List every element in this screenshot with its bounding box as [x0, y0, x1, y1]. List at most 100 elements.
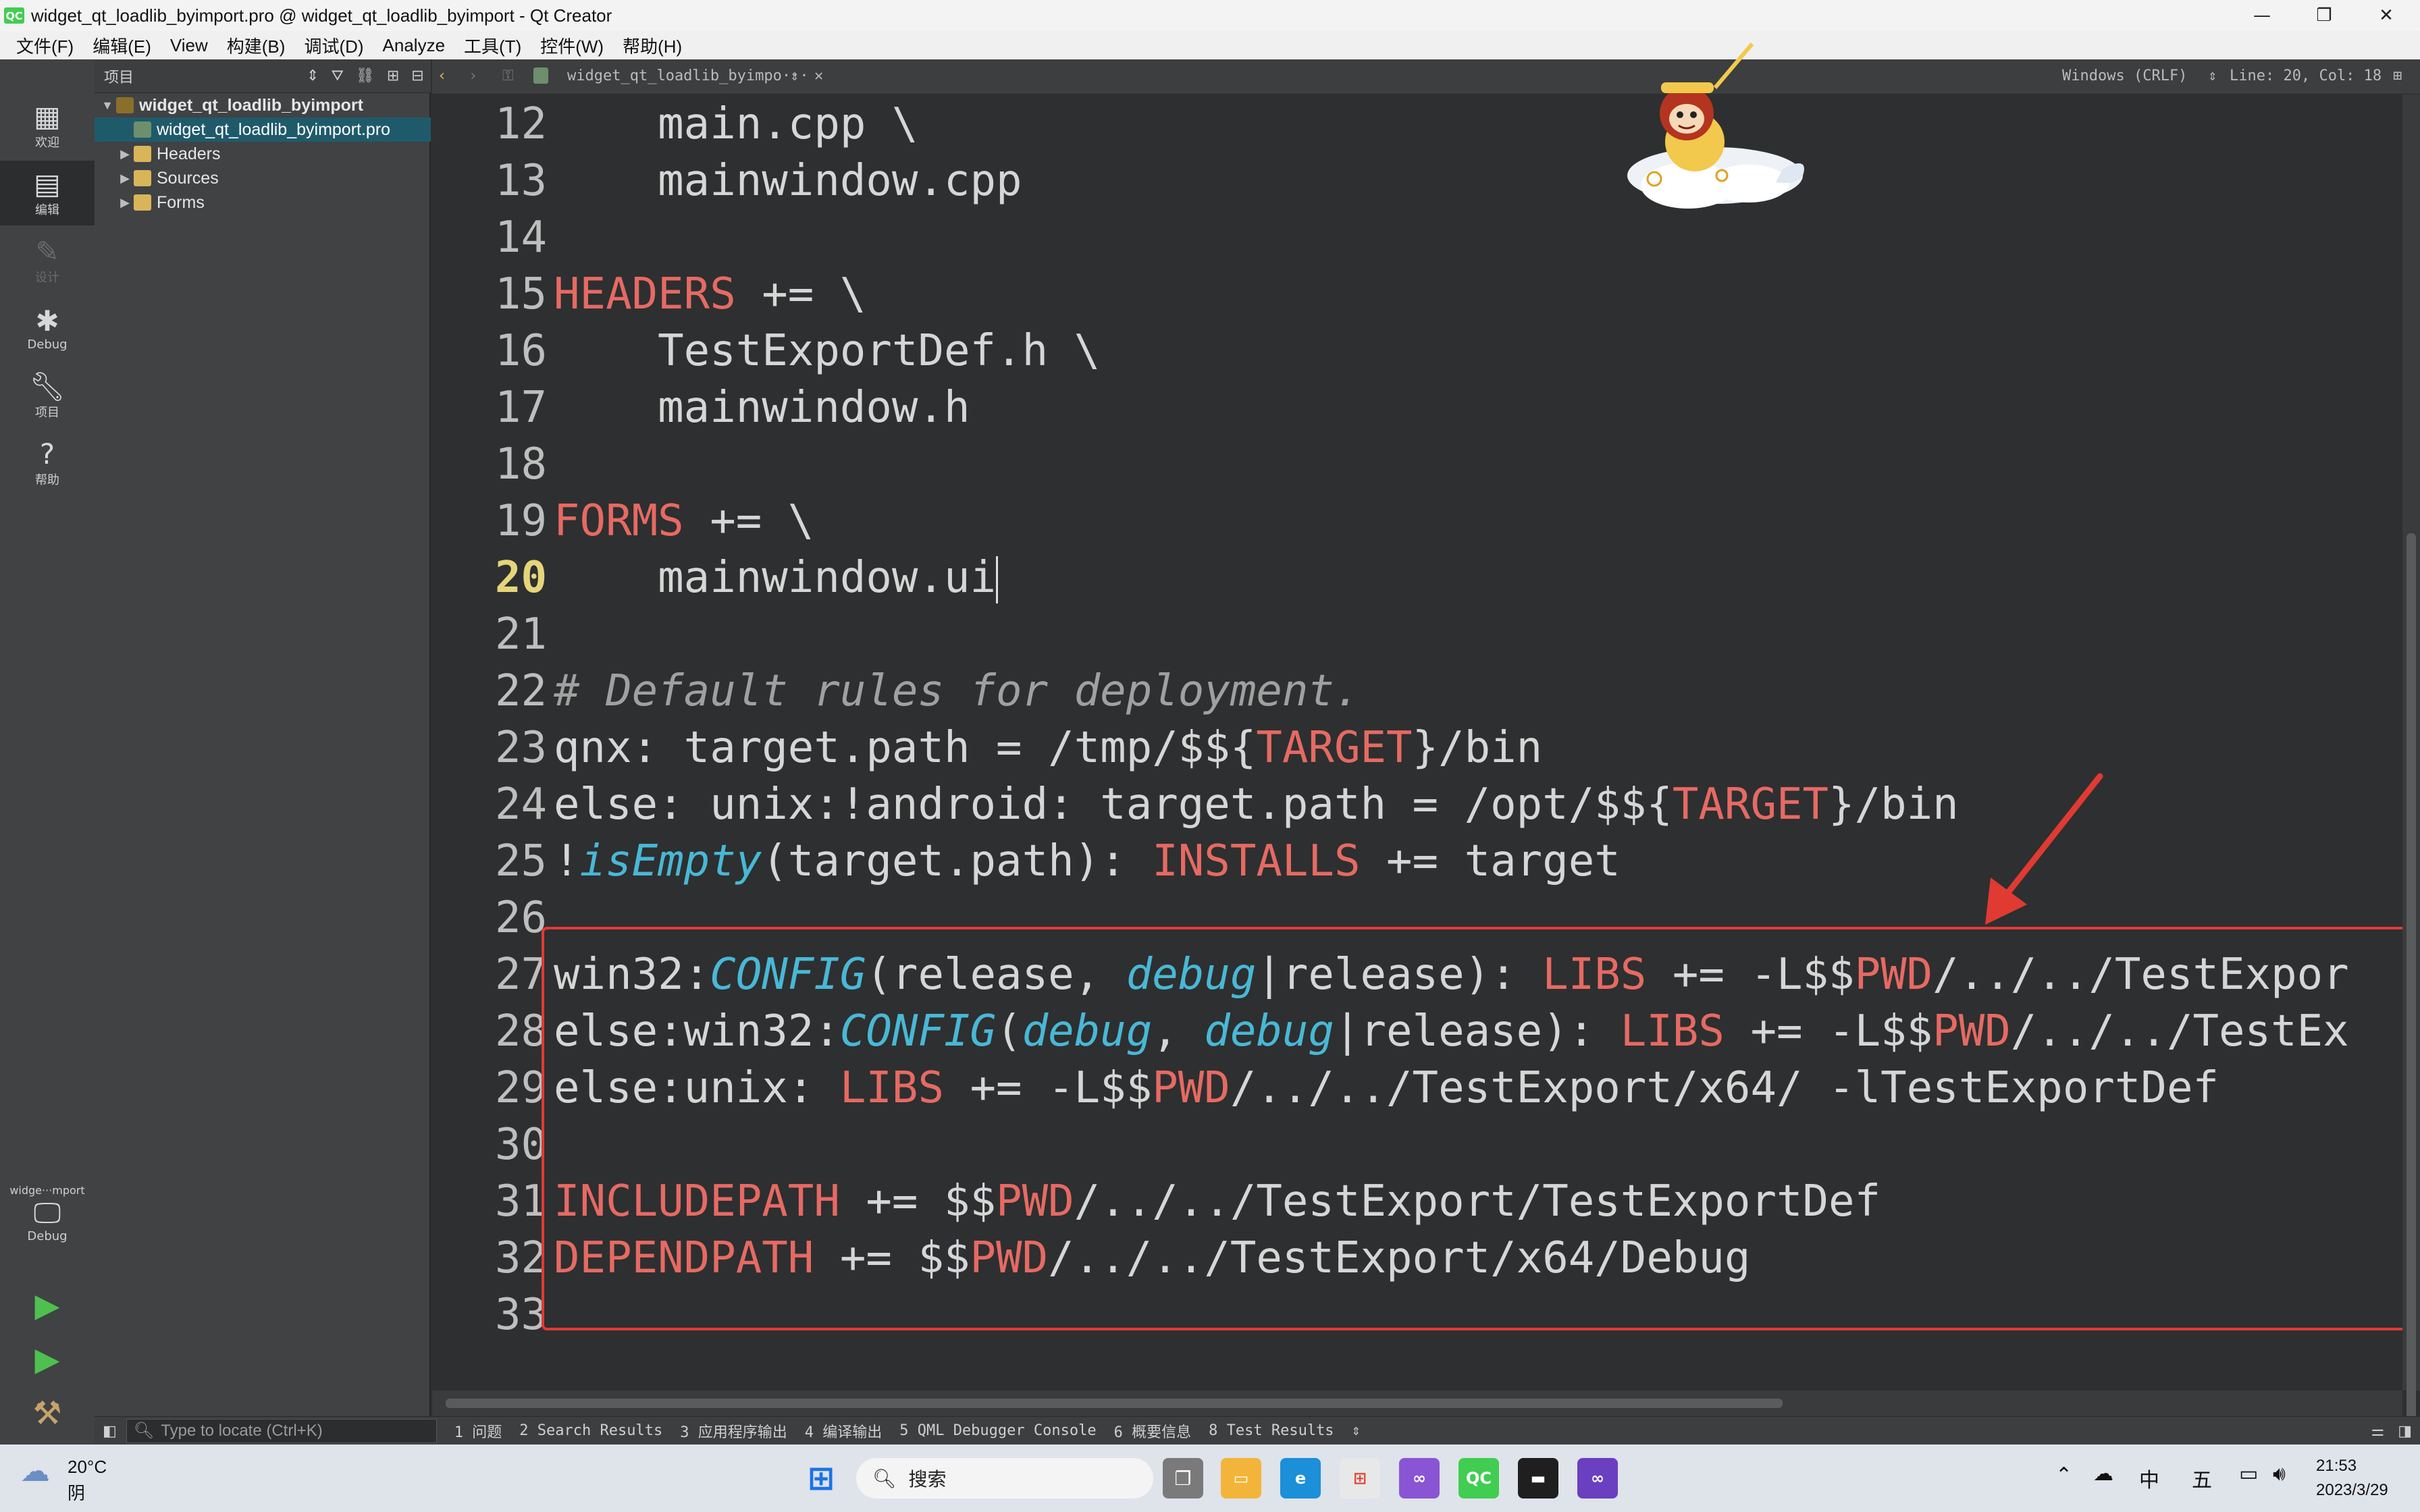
- tree-item-headers[interactable]: ▶ Headers: [95, 142, 431, 166]
- mode-edit[interactable]: ▤ 编辑: [0, 161, 95, 225]
- output-tab-search-results[interactable]: 2 Search Results: [519, 1422, 662, 1439]
- mode-welcome[interactable]: ▦ 欢迎: [0, 93, 95, 158]
- menu-file[interactable]: 文件(F): [7, 33, 83, 58]
- build-button[interactable]: ⚒: [0, 1389, 95, 1438]
- mode-projects[interactable]: 🔧︎ 项目: [0, 363, 95, 428]
- minimize-button[interactable]: —: [2228, 0, 2296, 31]
- output-tab-qml-debugger-console[interactable]: 5 QML Debugger Console: [899, 1422, 1096, 1439]
- menu-analyze[interactable]: Analyze: [373, 35, 455, 56]
- collapsed-arrow-icon[interactable]: ▶: [116, 147, 134, 161]
- clock-time[interactable]: 21:53: [2316, 1457, 2357, 1476]
- code-line[interactable]: !isEmpty(target.path): INSTALLS += targe…: [554, 833, 1621, 890]
- output-tab-compile-output[interactable]: 4 编译输出: [805, 1420, 883, 1442]
- collapsed-arrow-icon[interactable]: ▶: [116, 196, 134, 210]
- close-document-icon[interactable]: ✕: [814, 68, 823, 84]
- output-tab-test-results[interactable]: 8 Test Results: [1209, 1422, 1334, 1439]
- editor-vertical-scrollbar[interactable]: [2402, 94, 2420, 1472]
- tree-item-project[interactable]: ▼ widget_qt_loadlib_byimport: [95, 93, 431, 117]
- menu-build[interactable]: 构建(B): [217, 33, 295, 58]
- code-line[interactable]: else: unix:!android: target.path = /opt/…: [554, 776, 1959, 833]
- debug-run-button[interactable]: ▶: [0, 1335, 95, 1384]
- chevron-up-icon[interactable]: ⌃: [2055, 1463, 2072, 1487]
- combo-arrows-icon[interactable]: ⇕: [2208, 68, 2217, 84]
- ime-language-indicator[interactable]: 中: [2139, 1463, 2159, 1493]
- terminal-icon[interactable]: ▬: [1518, 1458, 1558, 1498]
- onedrive-cloud-icon[interactable]: ☁: [2093, 1462, 2113, 1486]
- menu-controls[interactable]: 控件(W): [531, 33, 613, 58]
- scrollbar-thumb[interactable]: [2406, 533, 2416, 1472]
- editor-horizontal-scrollbar[interactable]: [432, 1390, 2402, 1416]
- cloud-weather-icon[interactable]: ☁: [20, 1454, 50, 1488]
- menu-debug[interactable]: 调试(D): [294, 33, 373, 58]
- network-icon[interactable]: ▭: [2239, 1462, 2258, 1486]
- mode-debug[interactable]: ✱ Debug: [0, 296, 95, 360]
- taskbar-search[interactable]: 🔍︎ 搜索: [856, 1458, 1153, 1498]
- code-line[interactable]: mainwindow.cpp: [554, 153, 1022, 209]
- back-arrow-icon[interactable]: ‹: [438, 68, 446, 84]
- cursor-position[interactable]: Line: 20, Col: 18: [2230, 68, 2382, 84]
- tree-item-sources[interactable]: ▶ Sources: [95, 166, 431, 190]
- combo-arrows-icon[interactable]: ⇕: [790, 68, 799, 84]
- menu-edit[interactable]: 编辑(E): [83, 33, 161, 58]
- code-line[interactable]: mainwindow.h: [554, 379, 970, 436]
- clock-date[interactable]: 2023/3/29: [2316, 1481, 2388, 1500]
- maximize-button[interactable]: ❐: [2290, 0, 2358, 31]
- split-editor-icon[interactable]: ⊞: [2393, 68, 2402, 84]
- output-tab-issues[interactable]: 1 问题: [454, 1420, 502, 1442]
- windows-start-icon[interactable]: ⊞: [801, 1458, 841, 1498]
- line-ending-selector[interactable]: Windows (CRLF): [2062, 68, 2187, 84]
- maximize-output-icon[interactable]: ⚌: [2371, 1422, 2384, 1440]
- toggle-output-pane-icon[interactable]: ◨: [2398, 1422, 2412, 1440]
- output-tab-general-messages[interactable]: 6 概要信息: [1114, 1420, 1192, 1442]
- visual-studio-icon[interactable]: ∞: [1399, 1458, 1440, 1498]
- menu-tools[interactable]: 工具(T): [454, 33, 531, 58]
- task-view-icon[interactable]: ❐: [1163, 1458, 1203, 1498]
- project-view-selector[interactable]: 项目: [104, 65, 307, 87]
- code-line[interactable]: main.cpp \: [554, 96, 918, 153]
- weather-temperature[interactable]: 20°C: [68, 1457, 107, 1478]
- edge-browser-icon[interactable]: e: [1280, 1458, 1321, 1498]
- folder-icon: [134, 170, 151, 186]
- code-line[interactable]: # Default rules for deployment.: [554, 663, 1360, 720]
- expanded-arrow-icon[interactable]: ▼: [99, 99, 116, 113]
- weather-description[interactable]: 阴: [68, 1480, 85, 1505]
- play-icon: ▶: [34, 1287, 60, 1324]
- mode-help[interactable]: ? 帮助: [0, 431, 95, 495]
- collapsed-arrow-icon[interactable]: ▶: [116, 171, 134, 186]
- visual-studio-2-icon[interactable]: ∞: [1577, 1458, 1618, 1498]
- line-number: 22: [494, 666, 547, 716]
- current-code-line[interactable]: mainwindow.ui: [554, 549, 999, 606]
- file-explorer-icon[interactable]: ▭: [1221, 1458, 1261, 1498]
- output-tab-application-output[interactable]: 3 应用程序输出: [680, 1420, 787, 1442]
- line-number: 28: [494, 1006, 547, 1056]
- microsoft-store-icon[interactable]: ⊞: [1340, 1458, 1380, 1498]
- code-line[interactable]: qnx: target.path = /tmp/$${TARGET}/bin: [554, 720, 1542, 776]
- tree-item-forms[interactable]: ▶ Forms: [95, 190, 431, 215]
- locator-input[interactable]: 🔍︎ Type to locate (Ctrl+K): [126, 1418, 437, 1443]
- line-number: 19: [494, 496, 547, 546]
- line-number: 32: [494, 1233, 547, 1283]
- toggle-sidebar-icon[interactable]: ◧: [103, 1422, 117, 1440]
- run-button[interactable]: ▶: [0, 1281, 95, 1330]
- ime-mode-indicator[interactable]: 五: [2192, 1463, 2212, 1493]
- tree-item-pro-file[interactable]: widget_qt_loadlib_byimport.pro: [95, 117, 431, 142]
- combo-arrows-icon[interactable]: ⇕: [307, 68, 319, 84]
- forward-arrow-icon[interactable]: ›: [469, 68, 477, 84]
- link-icon[interactable]: ⛓: [356, 68, 375, 84]
- code-line[interactable]: HEADERS += \: [554, 266, 866, 323]
- menu-view[interactable]: View: [161, 35, 217, 56]
- code-line[interactable]: FORMS += \: [554, 493, 814, 549]
- close-panel-icon[interactable]: ⊟: [411, 68, 423, 84]
- close-button[interactable]: ✕: [2352, 0, 2420, 31]
- filter-icon[interactable]: ⛛: [331, 68, 343, 84]
- speaker-icon[interactable]: 🔊︎: [2273, 1462, 2286, 1486]
- scrollbar-thumb[interactable]: [446, 1399, 1783, 1408]
- qt-creator-taskbar-icon[interactable]: QC: [1458, 1458, 1499, 1498]
- kit-selector[interactable]: widge···mport 🖵︎ Debug: [0, 1166, 95, 1261]
- code-line[interactable]: TestExportDef.h \: [554, 323, 1100, 379]
- open-document-selector[interactable]: widget_qt_loadlib_byimpo···: [567, 68, 809, 84]
- menu-help[interactable]: 帮助(H): [613, 33, 691, 58]
- split-icon[interactable]: ⊞: [387, 68, 399, 84]
- mode-design[interactable]: ✎ 设计: [0, 228, 95, 293]
- combo-arrows-icon[interactable]: ⇕: [1352, 1422, 1361, 1439]
